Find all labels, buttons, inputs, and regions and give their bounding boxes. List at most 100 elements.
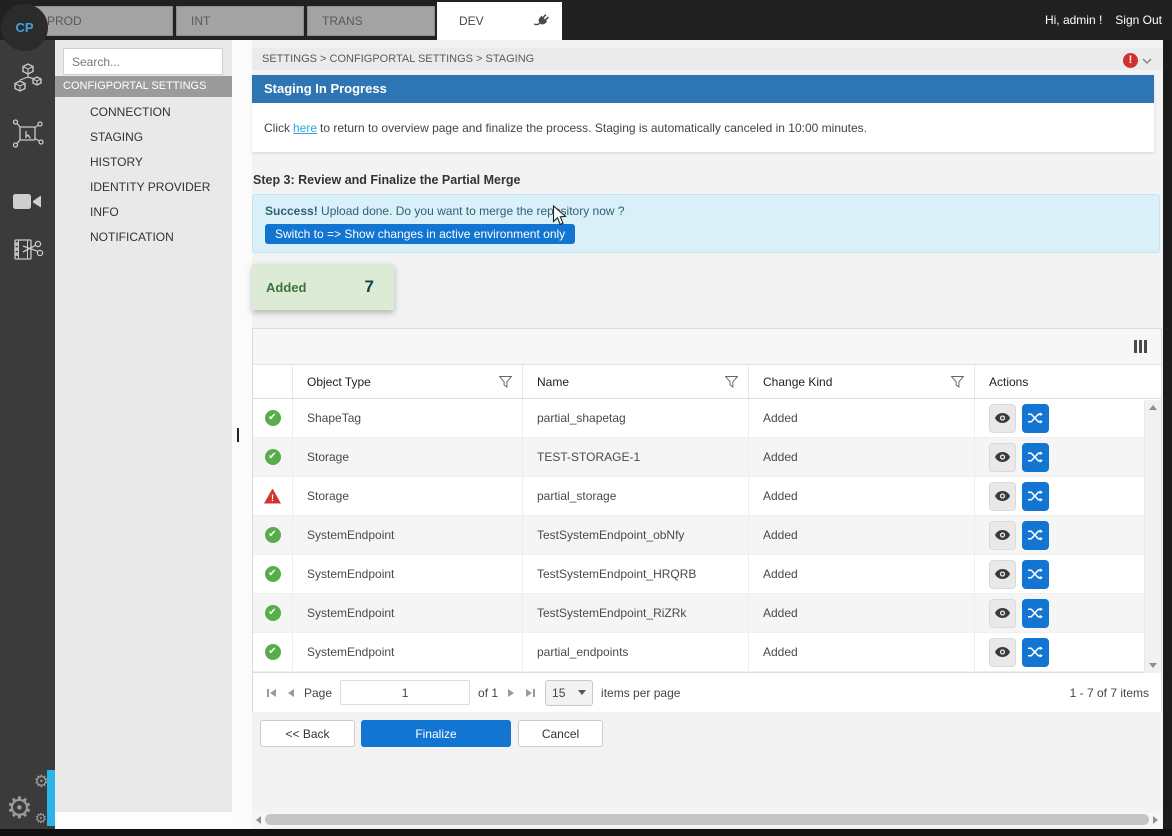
env-tab-trans[interactable]: TRANS <box>307 6 435 36</box>
cell-change-kind: Added <box>749 399 975 437</box>
objects-cubes-icon[interactable] <box>13 62 43 101</box>
workflow-touch-icon[interactable] <box>12 118 44 155</box>
table-vertical-scrollbar[interactable] <box>1144 400 1161 673</box>
scroll-down-arrow[interactable] <box>1149 663 1157 668</box>
page-size-select[interactable]: 15 <box>545 680 593 706</box>
success-message: Success! Upload done. Do you want to mer… <box>265 204 1147 218</box>
compare-merge-button[interactable] <box>1022 521 1049 550</box>
back-button[interactable]: << Back <box>260 720 355 747</box>
change-kind-column-header: Change Kind <box>763 375 832 389</box>
table-row[interactable]: ✔ SystemEndpoint TestSystemEndpoint_HRQR… <box>253 555 1161 594</box>
breadcrumb: SETTINGS > CONFIGPORTAL SETTINGS > STAGI… <box>252 48 1162 70</box>
cancel-button[interactable]: Cancel <box>518 720 603 747</box>
items-per-page-label: items per page <box>601 686 680 700</box>
cell-object-type: SystemEndpoint <box>293 516 523 554</box>
horizontal-scrollbar[interactable] <box>252 812 1162 827</box>
active-rail-indicator <box>47 770 55 826</box>
filter-icon[interactable] <box>725 376 738 388</box>
chevron-down-icon <box>1142 51 1152 69</box>
scroll-left-arrow[interactable] <box>256 816 261 824</box>
compare-merge-button[interactable] <box>1022 482 1049 511</box>
filter-icon[interactable] <box>951 376 964 388</box>
scroll-up-arrow[interactable] <box>1149 405 1157 410</box>
staging-banner-message: Click here to return to overview page an… <box>252 103 1154 152</box>
page-size-value: 15 <box>552 686 565 700</box>
table-row[interactable]: ✔ ShapeTag partial_shapetag Added <box>253 399 1161 438</box>
cell-object-type: ShapeTag <box>293 399 523 437</box>
name-column-header: Name <box>537 375 569 389</box>
sidebar-item-identity-provider[interactable]: IDENTITY PROVIDER <box>55 175 232 200</box>
table-pager: Page of 1 15 items per page 1 - 7 of 7 i… <box>253 672 1161 712</box>
table-row[interactable]: ✔ SystemEndpoint TestSystemEndpoint_RiZR… <box>253 594 1161 633</box>
switch-view-button[interactable]: Switch to => Show changes in active envi… <box>265 224 575 244</box>
user-greeting: Hi, admin ! <box>1045 13 1102 27</box>
staging-banner-title: Staging In Progress <box>252 75 1154 103</box>
cell-change-kind: Added <box>749 516 975 554</box>
app-logo[interactable]: CP <box>1 4 48 51</box>
table-row[interactable]: ✔ Storage TEST-STORAGE-1 Added <box>253 438 1161 477</box>
first-page-button[interactable] <box>265 687 278 699</box>
sidebar-item-connection[interactable]: CONNECTION <box>55 100 232 125</box>
success-message-box: Success! Upload done. Do you want to mer… <box>252 194 1160 253</box>
alert-icon: ! <box>1123 53 1138 68</box>
app-window: PROD INT TRANS DEV Hi, admin ! Sign Out … <box>0 0 1172 836</box>
table-header-row: Object Type Name Change Kind <box>253 365 1161 399</box>
warning-icon: ! <box>264 489 281 504</box>
page-number-input[interactable] <box>340 680 470 705</box>
overview-link[interactable]: here <box>293 121 317 135</box>
view-button[interactable] <box>989 599 1016 628</box>
view-button[interactable] <box>989 482 1016 511</box>
horizontal-scrollbar-thumb[interactable] <box>265 814 1149 825</box>
previous-page-button[interactable] <box>286 687 296 699</box>
sidebar-item-notification[interactable]: NOTIFICATION <box>55 225 232 250</box>
view-button[interactable] <box>989 443 1016 472</box>
next-page-button[interactable] <box>506 687 516 699</box>
success-icon: ✔ <box>265 644 281 660</box>
table-row[interactable]: ! Storage partial_storage Added <box>253 477 1161 516</box>
table-row[interactable]: ✔ SystemEndpoint partial_endpoints Added <box>253 633 1161 672</box>
compare-merge-button[interactable] <box>1022 638 1049 667</box>
film-editing-icon[interactable] <box>12 236 44 271</box>
success-icon: ✔ <box>265 527 281 543</box>
actions-column-header: Actions <box>975 365 1161 398</box>
table-body: ✔ ShapeTag partial_shapetag Added <box>253 399 1161 672</box>
text-cursor-artifact <box>237 428 239 442</box>
filter-icon[interactable] <box>499 376 512 388</box>
banner-message-prefix: Click <box>264 121 290 135</box>
compare-merge-button[interactable] <box>1022 560 1049 589</box>
compare-merge-button[interactable] <box>1022 404 1049 433</box>
icon-rail: ⚙⚙⚙ <box>0 40 55 829</box>
changes-table: Object Type Name Change Kind <box>252 328 1162 712</box>
video-camera-icon[interactable] <box>13 192 43 216</box>
env-tab-int[interactable]: INT <box>176 6 304 36</box>
cell-change-kind: Added <box>749 633 975 671</box>
search-input[interactable] <box>63 48 223 75</box>
added-summary-card[interactable]: Added 7 <box>252 264 394 310</box>
sign-out-link[interactable]: Sign Out <box>1115 13 1162 27</box>
view-button[interactable] <box>989 638 1016 667</box>
settings-gears-icon[interactable]: ⚙⚙⚙ <box>6 773 52 825</box>
view-button[interactable] <box>989 560 1016 589</box>
notifications-control[interactable]: ! <box>1123 51 1152 69</box>
cell-change-kind: Added <box>749 594 975 632</box>
view-button[interactable] <box>989 521 1016 550</box>
env-tab-dev-label: DEV <box>459 14 484 28</box>
view-button[interactable] <box>989 404 1016 433</box>
column-chooser-icon[interactable] <box>1134 340 1147 353</box>
table-row[interactable]: ✔ SystemEndpoint TestSystemEndpoint_obNf… <box>253 516 1161 555</box>
cell-name: TestSystemEndpoint_obNfy <box>523 516 749 554</box>
last-page-button[interactable] <box>524 687 537 699</box>
success-bold: Success! <box>265 204 318 218</box>
compare-merge-button[interactable] <box>1022 599 1049 628</box>
env-tab-dev[interactable]: DEV <box>437 2 562 40</box>
sidebar-item-info[interactable]: INFO <box>55 200 232 225</box>
success-icon: ✔ <box>265 410 281 426</box>
finalize-button[interactable]: Finalize <box>361 720 511 747</box>
sidebar-item-staging[interactable]: STAGING <box>55 125 232 150</box>
scroll-right-arrow[interactable] <box>1153 816 1158 824</box>
compare-merge-button[interactable] <box>1022 443 1049 472</box>
env-tab-prod[interactable]: PROD <box>32 6 173 36</box>
items-range-label: 1 - 7 of 7 items <box>1070 686 1149 700</box>
table-toolbar <box>253 329 1161 365</box>
sidebar-item-history[interactable]: HISTORY <box>55 150 232 175</box>
